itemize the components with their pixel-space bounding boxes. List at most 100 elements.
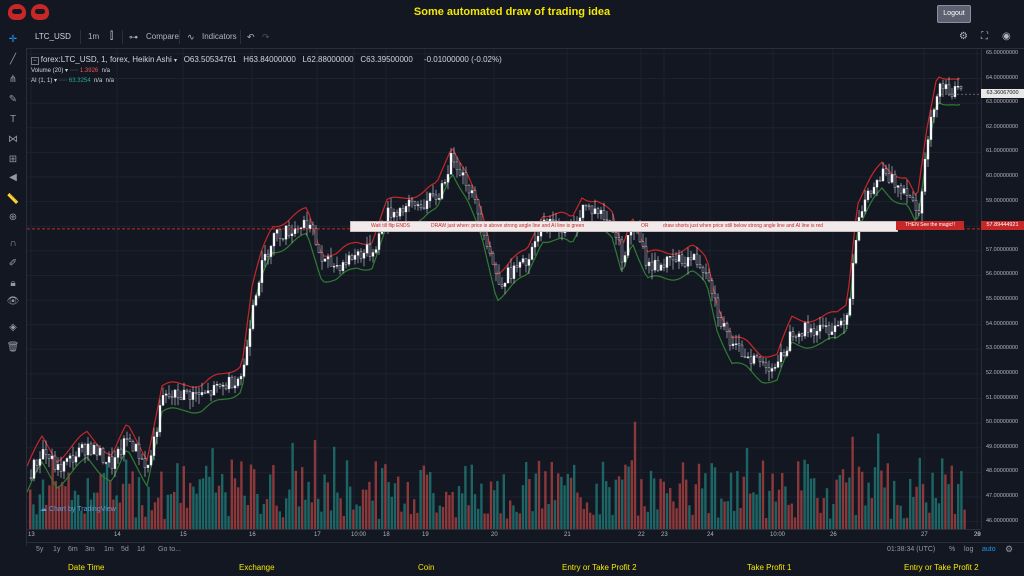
candle-body [596, 208, 600, 215]
tradingview-watermark[interactable]: ☁ Chart by TradingView [40, 505, 116, 513]
volume-bar [649, 470, 653, 529]
price-axis[interactable]: 65.00000000 64.00000000 63.00000000 62.0000… [981, 49, 1024, 529]
fullscreen-icon[interactable]: ⛶ [981, 26, 988, 48]
eye-icon[interactable]: 👁︎ [6, 296, 20, 308]
volume-bar [480, 483, 483, 529]
collapse-icon[interactable]: − [31, 57, 39, 65]
layers-icon[interactable]: ◈ [6, 322, 20, 334]
range-6m[interactable]: 6m [68, 546, 78, 553]
settings-icon[interactable]: ⚙ [959, 26, 968, 48]
price-chart[interactable]: − forex:LTC_USD, 1, forex, Heikin Ashi ▾… [26, 49, 981, 529]
candle-body [140, 458, 144, 460]
volume-bar [576, 492, 579, 529]
text-icon[interactable]: T [6, 114, 20, 126]
volume-bar [912, 496, 915, 529]
chart-type-icon[interactable]: ⫿ [110, 26, 113, 48]
footer-date-time: Date Time [68, 563, 105, 572]
volume-bar [950, 465, 953, 529]
redo-icon[interactable]: ↷ [262, 26, 270, 48]
time-axis[interactable]: 13 14 15 16 17 10:00 18 19 20 21 22 23 24 10:00 26 27 28… [27, 529, 981, 542]
prediction-icon[interactable]: ⊞ [6, 154, 20, 166]
log-toggle[interactable]: log [964, 546, 973, 553]
ai-label[interactable]: AI (1, 1) [31, 78, 52, 84]
candle-body [134, 443, 138, 452]
utc-clock[interactable]: 01:38:34 (UTC) [887, 546, 935, 553]
percent-toggle[interactable]: % [949, 546, 955, 553]
candle-body [812, 328, 816, 336]
candle-body [827, 325, 831, 335]
brush-icon[interactable]: ✎ [6, 94, 20, 106]
chart-canvas[interactable] [26, 49, 981, 529]
trash-icon[interactable]: 🗑︎ [6, 342, 20, 354]
candle-body [473, 190, 477, 200]
volume-bar [633, 421, 637, 529]
indicators-icon[interactable]: ∿ [187, 26, 195, 48]
volume-bar [893, 480, 896, 529]
candle-body [53, 455, 57, 470]
auto-toggle[interactable]: auto [982, 546, 996, 553]
time-tick-label: 27 [921, 532, 928, 538]
lock-icon[interactable]: 🔒︎ [6, 278, 20, 290]
volume-bar [304, 499, 307, 529]
dropdown-icon[interactable]: ▾ [65, 68, 68, 74]
pattern-icon[interactable]: ⋈ [6, 134, 20, 146]
candle-body [62, 461, 66, 472]
dropdown-icon[interactable]: ▾ [174, 58, 177, 64]
volume-bar [147, 486, 150, 529]
goto-button[interactable]: Go to... [158, 546, 181, 553]
candle-body [233, 385, 237, 389]
volume-bar [496, 480, 499, 529]
logout-button[interactable]: Logout [937, 5, 971, 23]
symbol-search[interactable]: LTC_USD [35, 26, 71, 48]
settings-icon[interactable]: ⚙ [1005, 544, 1013, 555]
candle-body [437, 198, 441, 200]
volume-bar [192, 486, 195, 529]
pitchfork-icon[interactable]: ⋔ [6, 74, 20, 86]
volume-bar [928, 512, 931, 529]
zoom-icon[interactable]: ⊕ [6, 212, 20, 224]
back-arrow-icon[interactable]: ◀ [6, 172, 20, 184]
volume-bar [182, 466, 185, 529]
candle-body [959, 86, 963, 89]
volume-bar [592, 514, 595, 529]
volume-bar [358, 506, 361, 529]
interval-select[interactable]: 1m [88, 26, 99, 48]
magnet-icon[interactable]: ∩ [6, 238, 20, 250]
range-3m[interactable]: 3m [85, 546, 95, 553]
lock-drawings-icon[interactable]: ✐ [6, 258, 20, 270]
volume-bar [813, 478, 816, 529]
legend-buttons[interactable]: ▫▫▫▫ [59, 78, 68, 84]
trendline-icon[interactable]: ╱ [6, 54, 20, 66]
range-1d[interactable]: 1d [137, 546, 145, 553]
compare-button[interactable]: Compare [146, 26, 179, 48]
undo-icon[interactable]: ↶ [247, 26, 255, 48]
volume-label[interactable]: Volume (20) [31, 68, 63, 74]
range-5y[interactable]: 5y [36, 546, 43, 553]
range-1y[interactable]: 1y [53, 546, 60, 553]
volume-bar [160, 471, 163, 529]
series-title[interactable]: forex:LTC_USD, 1, forex, Heikin Ashi [41, 55, 172, 64]
candle-body [338, 265, 342, 271]
legend-buttons[interactable]: ▫▫▫▫ [70, 68, 79, 74]
indicators-button[interactable]: Indicators [202, 26, 237, 48]
candle-body [161, 395, 165, 406]
candle-body [830, 331, 834, 335]
range-5d[interactable]: 5d [121, 546, 129, 553]
candle-body [83, 444, 87, 456]
volume-bar [528, 479, 531, 529]
volume-bar [195, 493, 198, 529]
camera-icon[interactable]: ◉ [1002, 26, 1011, 48]
crosshair-icon[interactable]: ✛ [6, 34, 20, 46]
dropdown-icon[interactable]: ▾ [54, 78, 57, 84]
candle-body [365, 244, 369, 254]
candle-body [41, 449, 45, 460]
candle-body [497, 273, 501, 285]
compare-icon[interactable]: ⊶ [129, 26, 138, 48]
ai-legend: AI (1, 1) ▾ ▫▫▫▫ 63.3254 n/a n/a [31, 77, 114, 84]
range-1m[interactable]: 1m [104, 546, 114, 553]
volume-bar [310, 502, 313, 529]
ruler-icon[interactable]: 📏 [6, 194, 20, 206]
candle-body [581, 204, 585, 219]
volume-bar [83, 513, 86, 529]
candle-body [710, 280, 714, 294]
